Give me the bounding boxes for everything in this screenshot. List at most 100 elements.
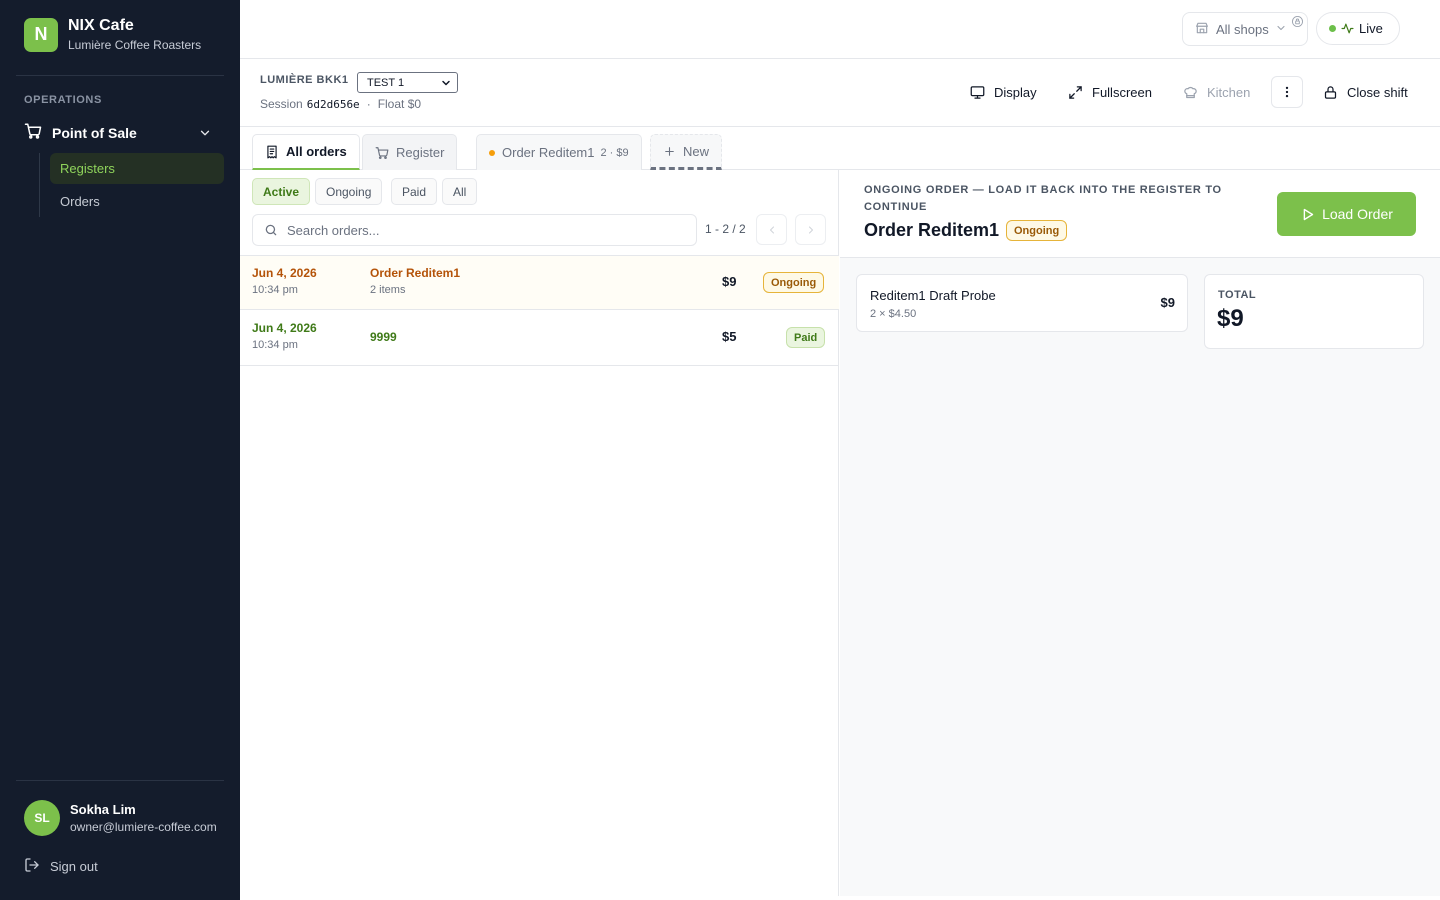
order-time: 10:34 pm [252,284,298,296]
separator: · [366,97,371,111]
plus-icon [663,145,676,158]
next-page-button[interactable] [795,214,826,245]
sidebar-divider [16,75,224,76]
sidebar: N NIX Cafe Lumière Coffee Roasters OPERA… [0,0,240,900]
sidebar-item-orders[interactable]: Orders [50,186,224,217]
register-select[interactable]: TEST 1 [357,72,458,93]
avatar: SL [24,800,60,836]
chevron-right-icon [805,224,817,236]
search-icon [264,223,278,237]
tab-all-orders[interactable]: All orders [252,134,360,170]
lock-icon [1323,85,1338,100]
top-bar: All shops Live [240,0,1440,59]
receipt-icon [265,145,279,159]
order-date: Jun 4, 2026 [252,266,317,280]
tab-register[interactable]: Register [362,134,458,170]
order-title: 9999 [370,330,397,344]
order-title: Order Reditem1 [370,266,461,280]
user-email: owner@lumiere-coffee.com [70,820,217,834]
display-button[interactable]: Display [970,81,1037,103]
play-icon [1300,207,1315,222]
item-quantity: 2 × $4.50 [870,308,917,320]
brand-logo: N [24,17,58,52]
nav-group-point-of-sale[interactable]: Point of Sale [24,122,216,144]
order-items: 2 items [370,284,406,296]
load-order-button[interactable]: Load Order [1277,192,1416,236]
order-detail-header: Ongoing order — load it back into the re… [840,170,1440,258]
orders-pane: Active Ongoing Paid All 1 - 2 / 2 Jun 4,… [240,170,839,896]
chevron-left-icon [766,224,778,236]
search-input[interactable] [287,222,667,238]
session-id: 6d2d656e [306,97,360,111]
chevron-down-icon [1275,22,1287,37]
sign-out-button[interactable]: Sign out [24,857,98,876]
item-price: $9 [1160,295,1175,310]
more-options-button[interactable] [1271,76,1303,108]
total-label: TOTAL [1218,289,1257,301]
filter-ongoing[interactable]: Ongoing [315,178,383,205]
kitchen-button[interactable]: Kitchen [1183,81,1250,103]
section-label: OPERATIONS [24,94,102,106]
cart-icon [375,146,389,160]
status-dot [489,149,495,156]
chef-hat-icon [1183,85,1198,100]
order-amount: $9 [722,274,737,289]
nav-group-label: Point of Sale [52,125,137,141]
tab-label: Order Reditem1 [502,145,595,160]
kitchen-label: Kitchen [1207,84,1251,100]
session-info: Session 6d2d656e · Float $0 [260,97,421,111]
expand-icon [1068,85,1083,100]
session-bar: LUMIÈRE BKK1 TEST 1 Session 6d2d656e · F… [240,59,1440,127]
order-amount: $5 [722,329,737,344]
register-select-value: TEST 1 [367,76,405,89]
sidebar-item-registers[interactable]: Registers [50,153,224,184]
user-profile[interactable]: SL Sokha Lim owner@lumiere-coffee.com [24,800,217,836]
status-badge: Ongoing [763,272,825,293]
detail-hint: Ongoing order — load it back into the re… [864,184,1222,213]
session-label: Session [260,97,303,111]
store-icon [1195,21,1209,38]
lock-icon [1292,15,1303,30]
status-badge: Ongoing [1006,220,1068,241]
live-dot [1329,25,1336,32]
table-row[interactable]: Jun 4, 2026 10:34 pm Order Reditem1 2 it… [240,255,839,310]
cart-icon [24,122,42,145]
order-date: Jun 4, 2026 [252,321,317,335]
filter-all[interactable]: All [442,178,478,205]
more-vertical-icon [1280,85,1294,99]
load-order-label: Load Order [1322,206,1393,222]
pagination-text: 1 - 2 / 2 [705,222,746,236]
prev-page-button[interactable] [756,214,787,245]
filter-paid[interactable]: Paid [391,178,438,205]
brand[interactable]: N NIX Cafe Lumière Coffee Roasters [24,17,201,52]
close-shift-label: Close shift [1347,84,1408,100]
total-value: $9 [1217,305,1244,332]
live-status-button[interactable]: Live [1316,12,1400,45]
tab-label: All orders [286,144,347,159]
filter-active[interactable]: Active [252,178,311,205]
detail-title: Order Reditem1 [864,220,1000,240]
close-shift-button[interactable]: Close shift [1323,81,1408,103]
search-box[interactable] [252,214,697,246]
register-name: LUMIÈRE BKK1 [260,74,349,86]
total-card: TOTAL $9 [1204,274,1424,349]
fullscreen-label: Fullscreen [1092,84,1152,100]
tab-order-reditem1[interactable]: Order Reditem1 2 · $9 [476,134,642,170]
chevron-down-icon[interactable] [198,126,212,145]
sign-out-icon [24,857,40,876]
monitor-icon [970,85,985,100]
order-detail-pane: Ongoing order — load it back into the re… [840,170,1440,896]
fullscreen-button[interactable]: Fullscreen [1068,81,1152,103]
chevron-down-icon [440,77,452,92]
table-row[interactable]: Jun 4, 2026 10:34 pm 9999 $5 Paid [240,311,839,366]
tab-bar: All orders Register Order Reditem1 2 · $… [240,127,1440,170]
display-label: Display [994,84,1037,100]
sign-out-label: Sign out [50,859,98,874]
live-label: Live [1359,21,1383,36]
new-order-tab[interactable]: New [650,134,723,170]
tab-label: Register [396,145,445,160]
shop-selector[interactable]: All shops [1182,12,1308,46]
brand-subtitle: Lumière Coffee Roasters [68,38,202,52]
float-label: Float $0 [377,97,422,111]
user-name: Sokha Lim [70,802,136,817]
